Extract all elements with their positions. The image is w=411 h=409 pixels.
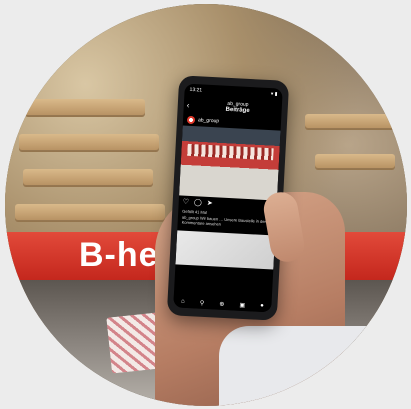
share-icon[interactable]: ➤ [207,199,213,207]
header-title: ab_group Beiträge [196,99,279,115]
pallet [15,204,165,222]
bottom-nav: ⌂ ⚲ ⊕ ▣ ● [173,295,272,313]
pallet [25,99,145,117]
pallet [23,169,153,187]
sleeve [219,326,407,406]
home-icon[interactable]: ⌂ [181,299,185,305]
post-image[interactable] [179,125,281,201]
profile-icon[interactable]: ● [260,303,264,309]
add-icon[interactable]: ⊕ [219,300,224,307]
pallet [315,154,395,170]
search-icon[interactable]: ⚲ [200,299,205,306]
comment-icon[interactable]: ◯ [194,198,202,206]
barrier-sign-text: B-he [79,236,159,274]
second-post-image[interactable] [175,229,276,269]
pallet [305,114,395,130]
heart-icon[interactable]: ♡ [183,198,190,206]
pallet [19,134,159,152]
avatar[interactable] [186,115,196,125]
back-arrow-icon[interactable]: ‹ [187,100,197,110]
circular-photo: B-he 13:21 ▾ ▮ ‹ ab_group Beiträge ab_gr… [5,4,407,406]
status-icons: ▾ ▮ [270,91,278,98]
post-caption: Gefällt 41 Mal ab_group Wir bauen … Unse… [177,207,276,231]
post-username[interactable]: ab_group [198,117,219,124]
reels-icon[interactable]: ▣ [239,301,245,308]
status-time: 13:21 [189,86,203,94]
